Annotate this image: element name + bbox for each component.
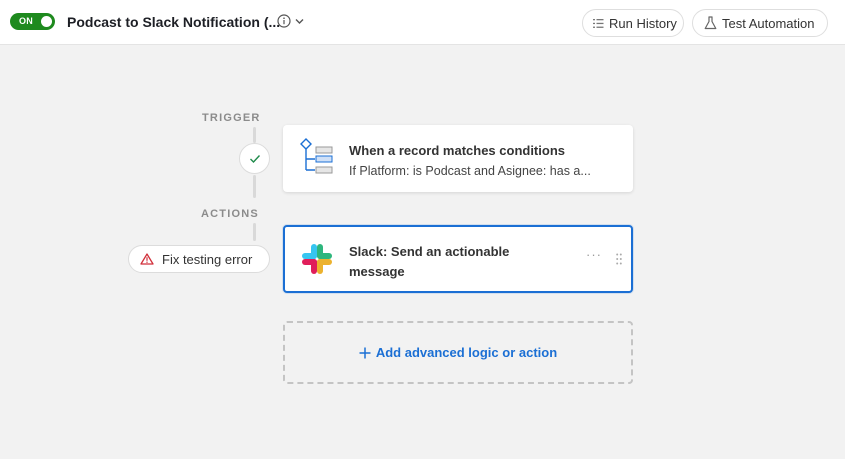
slack-action-card[interactable]: Slack: Send an actionable message ··· [283,225,633,293]
trigger-card[interactable]: When a record matches conditions If Plat… [283,125,633,192]
trigger-title: When a record matches conditions [349,143,565,158]
test-automation-label: Test Automation [722,15,815,31]
automation-on-toggle[interactable]: ON [10,13,55,30]
add-logic-label: Add advanced logic or action [375,345,558,360]
more-options-button[interactable]: ··· [586,247,602,262]
connector-line [253,223,256,241]
automation-title[interactable]: Podcast to Slack Notification (... [67,14,280,30]
test-automation-button[interactable]: Test Automation [692,9,828,37]
chevron-down-icon[interactable] [294,16,305,27]
slack-icon [302,244,332,274]
toggle-knob [41,16,52,27]
warning-icon [140,253,154,265]
info-icon[interactable] [277,14,291,28]
toggle-label: ON [19,16,34,26]
plus-icon [359,347,371,358]
check-icon [249,154,260,163]
connector-line [253,127,256,143]
trigger-section-label: TRIGGER [202,112,261,124]
action-title: Slack: Send an actionable message [349,244,510,279]
fix-testing-error-label: Fix testing error [162,251,253,267]
run-history-button[interactable]: Run History [582,9,684,37]
trigger-status [239,143,270,174]
actions-section-label: ACTIONS [201,208,259,220]
top-bar: ON Podcast to Slack Notification (... Ru… [0,0,845,45]
fix-testing-error-button[interactable]: Fix testing error [128,245,270,273]
connector-line [253,175,256,198]
run-history-label: Run History [609,15,677,31]
flask-icon [704,16,717,30]
record-conditions-icon [300,138,333,174]
list-icon [593,18,604,28]
add-logic-or-action-button[interactable]: Add advanced logic or action [283,321,633,384]
drag-handle-icon[interactable] [616,253,622,265]
trigger-condition-summary: If Platform: is Podcast and Asignee: has… [349,164,591,178]
